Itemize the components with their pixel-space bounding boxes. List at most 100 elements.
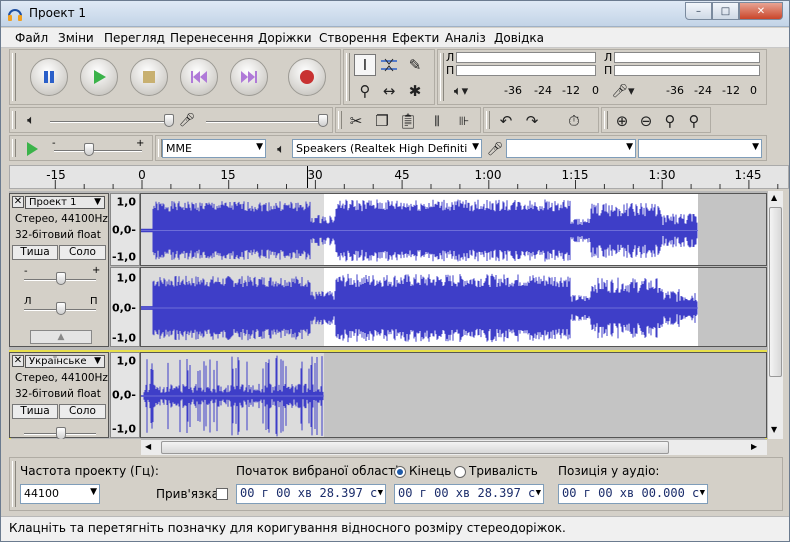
fit-selection-icon[interactable]: ⚲ — [660, 112, 680, 130]
solo-button[interactable]: Соло — [59, 404, 106, 419]
scroll-left-icon[interactable]: ◀ — [145, 442, 151, 451]
project-rate-select[interactable]: 44100 ▼ — [20, 484, 100, 504]
vertical-scrollbar[interactable]: ▲ ▼ — [767, 191, 783, 439]
menu-view[interactable]: Перегляд — [104, 31, 165, 45]
speed-slider[interactable] — [54, 150, 142, 152]
trim-icon[interactable]: ⫼ — [426, 112, 448, 130]
track-close-icon[interactable]: ✕ — [12, 355, 24, 367]
fit-project-icon[interactable]: ⚲ — [684, 112, 704, 130]
collapse-track-button[interactable]: ▲ — [30, 330, 92, 344]
tracks-area: ✕ Проект 1 ▼ Стерео, 44100Hz 32-бітовий f… — [9, 191, 767, 439]
undo-icon[interactable]: ↶ — [496, 112, 516, 130]
vscale-mid: 0,0- — [111, 223, 136, 237]
track-bitdepth: 32-бітовий float — [15, 388, 101, 400]
envelope-tool-icon[interactable] — [378, 54, 400, 76]
playback-volume-slider[interactable] — [50, 121, 168, 123]
recording-volume-slider[interactable] — [206, 121, 324, 123]
timeshift-tool-icon[interactable]: ↔ — [378, 80, 400, 102]
selection-end-time[interactable]: 00 г 00 хв 28.397 с ▼ — [394, 484, 544, 504]
pan-thumb[interactable] — [56, 302, 66, 315]
play-button[interactable] — [80, 58, 118, 96]
zoom-tool-icon[interactable]: ⚲ — [354, 80, 376, 102]
copy-icon[interactable]: ❐ — [372, 112, 392, 130]
audio-host-select[interactable]: MME ▼ — [162, 139, 266, 158]
stop-button[interactable] — [130, 58, 168, 96]
horizontal-scroll-thumb[interactable] — [161, 441, 669, 454]
snap-to-checkbox[interactable] — [216, 488, 228, 500]
end-radio[interactable]: Кінець — [394, 464, 451, 478]
recording-volume-thumb[interactable] — [318, 114, 328, 127]
selection-tool-icon[interactable]: I — [354, 54, 376, 76]
ruler-label: 1:00 — [474, 168, 502, 182]
track1-left-waveform[interactable] — [140, 193, 767, 266]
redo-icon[interactable]: ↷ — [522, 112, 542, 130]
minimize-button[interactable]: – — [685, 2, 712, 20]
menu-help[interactable]: Довідка — [494, 31, 544, 45]
playback-volume-thumb[interactable] — [164, 114, 174, 127]
mute-button[interactable]: Тиша — [12, 245, 58, 260]
length-radio-dot[interactable] — [454, 465, 466, 478]
menu-tracks[interactable]: Доріжки — [258, 31, 312, 45]
record-button[interactable] — [288, 58, 326, 96]
play-at-speed-icon — [27, 142, 38, 156]
mute-button[interactable]: Тиша — [12, 404, 58, 419]
speed-minus: - — [52, 138, 56, 149]
menu-file[interactable]: Файл — [15, 31, 48, 45]
track-name-menu[interactable]: Українське ▼ — [25, 355, 105, 368]
horizontal-scrollbar[interactable]: ◀ ▶ — [141, 439, 767, 455]
output-device-select[interactable]: Speakers (Realtek High Definiti ▼ — [292, 139, 482, 158]
track-close-icon[interactable]: ✕ — [12, 196, 24, 208]
track-name-menu[interactable]: Проект 1 ▼ — [25, 196, 105, 209]
pencil-tool-icon[interactable]: ✎ — [404, 54, 426, 76]
play-at-speed-button[interactable] — [22, 139, 42, 159]
input-device-select[interactable]: ▼ — [506, 139, 636, 158]
input-channels-select[interactable]: ▼ — [638, 139, 762, 158]
end-radio-dot[interactable] — [394, 465, 406, 478]
menu-effects[interactable]: Ефекти — [392, 31, 439, 45]
selection-start-time[interactable]: 00 г 00 хв 28.397 с ▼ — [236, 484, 386, 504]
status-bar: Клацніть та перетягніть позначку для кор… — [1, 516, 789, 541]
speed-thumb[interactable] — [84, 143, 94, 156]
track1-left-vruler: 1,0 0,0- -1,0 — [110, 193, 140, 266]
track1-right-waveform[interactable] — [140, 267, 767, 347]
close-button[interactable]: ✕ — [739, 2, 783, 20]
length-radio[interactable]: Тривалість — [454, 464, 538, 478]
undo-toolbar: ↶ ↷ ⏱︎ — [483, 107, 599, 133]
gain-thumb[interactable] — [56, 427, 66, 439]
vertical-scroll-thumb[interactable] — [769, 207, 782, 377]
zoom-in-icon[interactable]: ⊕ — [612, 112, 632, 130]
skip-end-button[interactable] — [230, 58, 268, 96]
audio-position-time[interactable]: 00 г 00 хв 00.000 с ▼ — [558, 484, 708, 504]
track2-waveform[interactable] — [140, 352, 767, 438]
scroll-down-icon[interactable]: ▼ — [771, 425, 777, 434]
menu-transport[interactable]: Перенесення — [170, 31, 254, 45]
play-icon — [94, 70, 106, 84]
speaker-meter-icon[interactable]: 🔈︎▾ — [448, 82, 474, 100]
sync-lock-icon[interactable]: ⏱︎ — [564, 112, 584, 130]
pan-right-label: П — [90, 296, 98, 307]
scroll-up-icon[interactable]: ▲ — [771, 193, 777, 202]
multi-tool-icon[interactable]: ✱ — [404, 80, 426, 102]
pause-button[interactable] — [30, 58, 68, 96]
menu-generate[interactable]: Створення — [319, 31, 387, 45]
paste-icon[interactable]: 📋︎ — [398, 112, 418, 130]
menu-edit[interactable]: Зміни — [58, 31, 94, 45]
gain-minus: - — [24, 266, 28, 277]
menu-analyze[interactable]: Аналіз — [445, 31, 486, 45]
scroll-right-icon[interactable]: ▶ — [751, 442, 757, 451]
zoom-toolbar: ⊕ ⊖ ⚲ ⚲ — [601, 107, 711, 133]
solo-button[interactable]: Соло — [59, 245, 106, 260]
gain-thumb[interactable] — [56, 272, 66, 285]
vscale-bottom: -1,0 — [111, 422, 136, 436]
timeline-ruler[interactable]: -15 0 15 30 45 1:00 1:15 1:30 1:45 — [9, 165, 789, 189]
zoom-out-icon[interactable]: ⊖ — [636, 112, 656, 130]
window-title: Проект 1 — [29, 6, 87, 20]
pause-icon — [44, 71, 54, 83]
pan-left-label: Л — [24, 296, 32, 307]
silence-icon[interactable]: ⊪ — [452, 112, 476, 130]
skip-start-button[interactable] — [180, 58, 218, 96]
microphone-meter-icon[interactable]: 🎤︎▾ — [610, 82, 636, 100]
cut-icon[interactable]: ✂ — [346, 112, 366, 130]
maximize-button[interactable]: □ — [712, 2, 739, 20]
track-format: Стерео, 44100Hz — [15, 213, 108, 225]
